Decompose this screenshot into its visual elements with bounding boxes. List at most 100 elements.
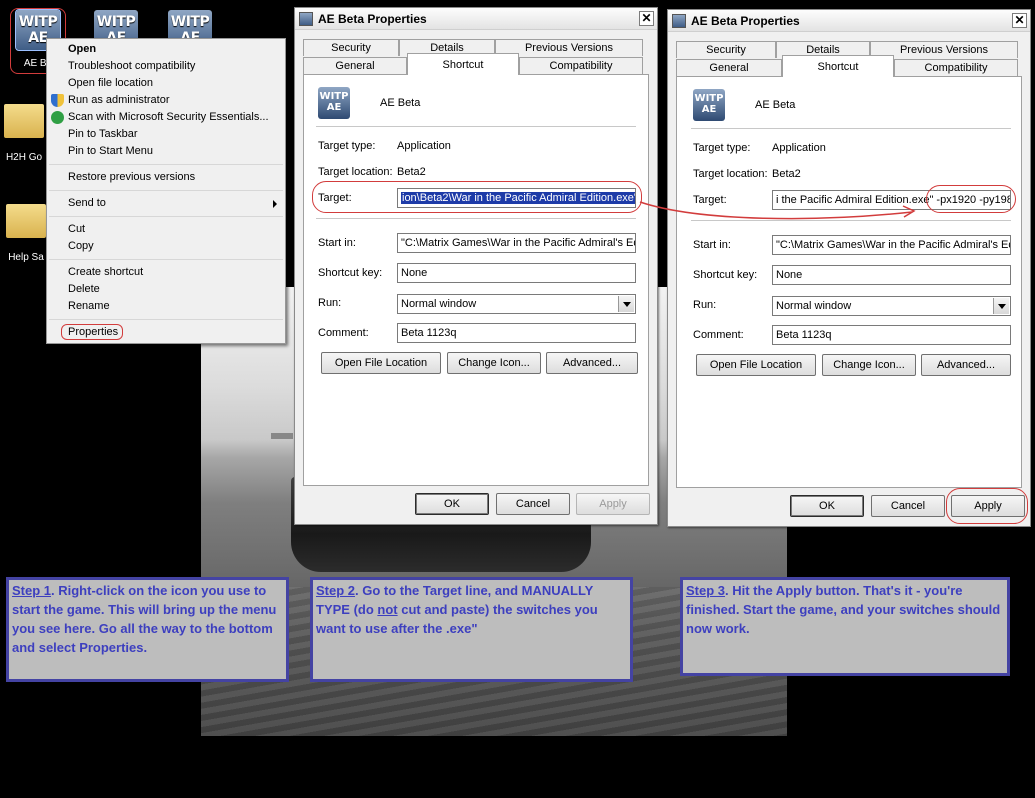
run-selected-value: Normal window <box>401 298 477 310</box>
menu-item-run-as-admin[interactable]: Run as administrator <box>47 92 285 109</box>
target-location-label: Target location: <box>318 166 393 178</box>
tab-shortcut[interactable]: Shortcut <box>782 55 894 77</box>
menu-item-label: Send to <box>68 197 106 209</box>
step-3-text: . Hit the Apply button. That's it - you'… <box>686 583 1001 636</box>
menu-item-delete[interactable]: Delete <box>47 281 285 298</box>
step-1-heading: Step 1 <box>12 583 52 598</box>
cancel-button[interactable]: Cancel <box>871 495 945 517</box>
app-name: AE Beta <box>380 97 421 109</box>
shortcut-panel: WITP AE AE Beta Target type: Application… <box>303 74 649 486</box>
target-type-label: Target type: <box>318 140 376 152</box>
menu-item-create-shortcut[interactable]: Create shortcut <box>47 264 285 281</box>
target-location-value: Beta2 <box>397 166 426 178</box>
run-label: Run: <box>318 297 342 309</box>
dialog-title: AE Beta Properties <box>691 14 800 28</box>
apply-button[interactable]: Apply <box>576 493 650 515</box>
advanced-button[interactable]: Advanced... <box>921 354 1011 376</box>
step-2-emphasis: not <box>377 602 398 617</box>
tab-general[interactable]: General <box>303 57 407 74</box>
comment-label: Comment: <box>318 327 369 339</box>
tab-security[interactable]: Security <box>303 39 399 56</box>
menu-separator <box>49 164 283 165</box>
properties-dialog-before: AE Beta Properties ✕ Security Details Pr… <box>294 7 658 525</box>
tab-compatibility[interactable]: Compatibility <box>894 59 1018 76</box>
uac-shield-icon <box>51 94 64 107</box>
comment-input[interactable]: Beta 1123q <box>772 325 1011 345</box>
advanced-button[interactable]: Advanced... <box>546 352 638 374</box>
start-in-input[interactable]: "C:\Matrix Games\War in the Pacific Admi… <box>397 233 636 253</box>
witp-icon: WITP AE <box>318 87 350 119</box>
ok-button[interactable]: OK <box>790 495 864 517</box>
menu-item-label: Run as administrator <box>68 94 170 106</box>
divider <box>316 126 636 127</box>
change-icon-button[interactable]: Change Icon... <box>447 352 541 374</box>
menu-separator <box>49 190 283 191</box>
cancel-button[interactable]: Cancel <box>496 493 570 515</box>
change-icon-button[interactable]: Change Icon... <box>822 354 916 376</box>
app-name: AE Beta <box>755 99 796 111</box>
menu-item-send-to[interactable]: Send to <box>47 195 285 212</box>
menu-item-open-file-location[interactable]: Open file location <box>47 75 285 92</box>
submenu-arrow-icon <box>273 200 277 208</box>
dialog-titlebar: AE Beta Properties ✕ <box>668 10 1030 32</box>
open-file-location-button[interactable]: Open File Location <box>321 352 441 374</box>
menu-item-copy[interactable]: Copy <box>47 238 285 255</box>
tab-row-bottom: General Shortcut Compatibility <box>303 53 643 75</box>
start-in-input[interactable]: "C:\Matrix Games\War in the Pacific Admi… <box>772 235 1011 255</box>
desktop-icon-help[interactable]: Help Sa <box>6 204 46 263</box>
shortcut-panel: WITP AE AE Beta Target type: Application… <box>676 76 1022 488</box>
start-in-label: Start in: <box>693 239 731 251</box>
shortcut-key-input[interactable]: None <box>772 265 1011 285</box>
run-select[interactable]: Normal window <box>772 296 1011 316</box>
menu-item-label: Scan with Microsoft Security Essentials.… <box>68 111 269 123</box>
target-location-value: Beta2 <box>772 168 801 180</box>
shortcut-key-input[interactable]: None <box>397 263 636 283</box>
witp-icon: WITP AE <box>693 89 725 121</box>
target-type-label: Target type: <box>693 142 751 154</box>
menu-item-open[interactable]: Open <box>47 41 285 58</box>
desktop-icon-h2h[interactable]: H2H Go <box>2 104 46 163</box>
menu-item-rename[interactable]: Rename <box>47 298 285 315</box>
menu-item-cut[interactable]: Cut <box>47 221 285 238</box>
menu-item-pin-taskbar[interactable]: Pin to Taskbar <box>47 126 285 143</box>
target-label: Target: <box>693 194 727 206</box>
tab-general[interactable]: General <box>676 59 782 76</box>
chevron-down-icon[interactable] <box>618 296 634 312</box>
menu-item-pin-start[interactable]: Pin to Start Menu <box>47 143 285 160</box>
annotation-ring-apply <box>946 488 1028 524</box>
tab-row-bottom: General Shortcut Compatibility <box>676 55 1018 77</box>
tab-compatibility[interactable]: Compatibility <box>519 57 643 74</box>
annotation-ring-target <box>312 181 642 213</box>
comment-input[interactable]: Beta 1123q <box>397 323 636 343</box>
chevron-down-icon[interactable] <box>993 298 1009 314</box>
menu-separator <box>49 259 283 260</box>
dialog-title: AE Beta Properties <box>318 12 427 26</box>
annotation-ring-properties <box>61 324 123 340</box>
folder-icon <box>6 204 46 238</box>
run-select[interactable]: Normal window <box>397 294 636 314</box>
tab-shortcut[interactable]: Shortcut <box>407 53 519 75</box>
step-3-instruction: Step 3. Hit the Apply button. That's it … <box>680 577 1010 676</box>
tab-security[interactable]: Security <box>676 41 776 58</box>
close-icon[interactable]: ✕ <box>639 11 654 26</box>
step-2-heading: Step 2 <box>316 583 356 598</box>
shortcut-key-label: Shortcut key: <box>693 269 758 281</box>
annotation-ring-switches <box>926 185 1016 213</box>
start-in-label: Start in: <box>318 237 356 249</box>
menu-item-restore[interactable]: Restore previous versions <box>47 169 285 186</box>
run-selected-value: Normal window <box>776 300 852 312</box>
close-icon[interactable]: ✕ <box>1012 13 1027 28</box>
open-file-location-button[interactable]: Open File Location <box>696 354 816 376</box>
desktop-icon-label: H2H Go <box>5 152 43 163</box>
properties-dialog-after: AE Beta Properties ✕ Security Details Pr… <box>667 9 1031 527</box>
menu-separator <box>49 216 283 217</box>
divider <box>316 218 636 219</box>
ok-button[interactable]: OK <box>415 493 489 515</box>
folder-icon <box>4 104 44 138</box>
divider <box>691 128 1011 129</box>
step-1-instruction: Step 1. Right-click on the icon you use … <box>6 577 289 682</box>
menu-item-troubleshoot[interactable]: Troubleshoot compatibility <box>47 58 285 75</box>
target-type-value: Application <box>397 140 451 152</box>
menu-item-scan-mse[interactable]: Scan with Microsoft Security Essentials.… <box>47 109 285 126</box>
desktop-icon-label: Help Sa <box>8 252 44 263</box>
